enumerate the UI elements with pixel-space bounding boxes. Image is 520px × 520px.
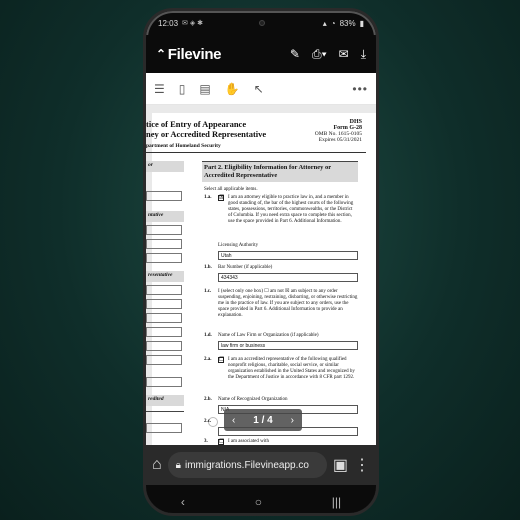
status-bar: 12:03 ✉ ◈ ✱ ▴ ◔ 83% ▮ bbox=[146, 11, 376, 35]
left-field[interactable] bbox=[146, 239, 182, 249]
left-field[interactable] bbox=[146, 423, 182, 433]
form-id-block: DHS Form G-28 OMB No. 1615-0105 Expires … bbox=[315, 119, 362, 143]
left-field[interactable] bbox=[146, 313, 182, 323]
filevine-logo[interactable]: ⌃ Filevine bbox=[156, 45, 222, 63]
item-1c-text[interactable]: I (select only one box) ☐ am not ☒ am su… bbox=[218, 289, 358, 319]
left-field[interactable] bbox=[146, 225, 182, 235]
app-header: ⌃ Filevine ✎ ⎙▾ ✉ ⤓ bbox=[146, 35, 376, 73]
left-field[interactable] bbox=[146, 327, 182, 337]
form-header: tice of Entry of Appearance ney or Accre… bbox=[146, 119, 366, 153]
notification-icons: ✉ ◈ ✱ bbox=[182, 20, 204, 27]
document-canvas[interactable]: tice of Entry of Appearance ney or Accre… bbox=[146, 105, 376, 445]
left-heading-4: redited bbox=[146, 395, 184, 406]
item-1a-number: 1.a. bbox=[204, 195, 212, 200]
select-instruction: Select all applicable items. bbox=[204, 187, 258, 192]
left-field[interactable] bbox=[146, 355, 182, 365]
accredited-rep-checkbox[interactable]: ☐ bbox=[218, 357, 224, 363]
menu-icon[interactable]: ☰ bbox=[154, 82, 165, 96]
wifi-icon: ◔ bbox=[330, 18, 336, 28]
more-options-icon[interactable]: ••• bbox=[352, 82, 368, 96]
logo-mark-icon: ⌃ bbox=[156, 47, 166, 61]
left-field[interactable] bbox=[146, 341, 182, 351]
item-2a: 2.a. ☐ I am an accredited representative… bbox=[204, 357, 364, 397]
previous-page-icon[interactable]: ‹ bbox=[232, 415, 235, 426]
browser-address-bar: ⌂ 🔒︎ immigrations.Filevineapp.co ▣ ⋮ bbox=[146, 445, 376, 485]
firm-name-label: Name of Law Firm or Organization (if app… bbox=[218, 333, 319, 338]
status-time: 12:03 bbox=[158, 18, 179, 28]
item-1d-number: 1.d. bbox=[204, 333, 212, 338]
item-1b-number: 1.b. bbox=[204, 265, 212, 270]
part2-heading: Part 2. Eligibility Information for Atto… bbox=[202, 161, 358, 182]
select-tool-icon[interactable]: ↖ bbox=[254, 82, 264, 96]
firm-name-field[interactable]: law firm or business bbox=[218, 341, 358, 350]
bar-number-label: Bar Number (if applicable) bbox=[218, 265, 273, 270]
download-icon[interactable]: ⤓ bbox=[361, 47, 366, 62]
item-1a: 1.a. ☒ I am an attorney eligible to prac… bbox=[204, 195, 364, 241]
form-agency: partment of Homeland Security bbox=[146, 143, 221, 149]
pdf-viewer: ☰ ▯ ▤ ✋ ↖ ••• tice of Entry of Appearanc… bbox=[146, 73, 376, 445]
left-heading-3: resentative bbox=[146, 271, 184, 282]
left-heading-1: or bbox=[146, 161, 184, 172]
form-expires: Expires 05/31/2021 bbox=[318, 137, 362, 143]
item-1a-text: I am an attorney eligible to practice la… bbox=[228, 195, 354, 224]
battery-icon: ▮ bbox=[359, 18, 364, 28]
next-page-icon[interactable]: › bbox=[291, 415, 294, 426]
url-field[interactable]: 🔒︎ immigrations.Filevineapp.co bbox=[167, 452, 327, 478]
print-icon[interactable]: ⎙▾ bbox=[312, 47, 327, 62]
left-field[interactable] bbox=[146, 191, 182, 201]
left-field[interactable] bbox=[146, 285, 182, 295]
item-2c-number: 2.c. bbox=[204, 419, 212, 424]
battery-level: 83% bbox=[339, 18, 356, 28]
page-indicator: 1 / 4 bbox=[253, 414, 273, 426]
pdf-toolbar: ☰ ▯ ▤ ✋ ↖ ••• bbox=[146, 73, 376, 105]
system-nav-bar: ‹ ○ ||| bbox=[146, 485, 376, 513]
form-title-line1: tice of Entry of Appearance bbox=[146, 119, 247, 129]
recognized-org-label: Name of Recognized Organization bbox=[218, 397, 288, 402]
left-field[interactable] bbox=[146, 299, 182, 309]
part1-column: or ntative resentative redited bbox=[146, 161, 186, 445]
back-icon[interactable]: ‹ bbox=[181, 495, 185, 509]
signal-icon: ▴ bbox=[322, 18, 327, 28]
licensing-authority-field[interactable]: Utah bbox=[218, 251, 358, 260]
form-title-line2: ney or Accredited Representative bbox=[146, 129, 267, 139]
attorney-checkbox[interactable]: ☒ bbox=[218, 195, 224, 201]
page-navigator: ‹ 1 / 4 › bbox=[224, 409, 302, 431]
home-button-icon[interactable]: ○ bbox=[255, 495, 262, 509]
sidebar-icon[interactable]: ▯ bbox=[179, 82, 186, 96]
item-2b-number: 2.b. bbox=[204, 397, 212, 402]
item-2a-text: I am an accredited representative of the… bbox=[228, 357, 355, 380]
left-heading-2: ntative bbox=[146, 211, 184, 222]
phone-frame: 12:03 ✉ ◈ ✱ ▴ ◔ 83% ▮ ⌃ Filevine ✎ ⎙▾ ✉ … bbox=[143, 8, 379, 516]
home-icon[interactable]: ⌂ bbox=[152, 456, 162, 474]
url-text: immigrations.Filevineapp.co bbox=[185, 459, 309, 471]
browser-menu-icon[interactable]: ⋮ bbox=[354, 455, 370, 475]
mail-icon[interactable]: ✉ bbox=[339, 47, 349, 61]
recents-icon[interactable]: ||| bbox=[332, 495, 341, 509]
item-1c-number: 1.c. bbox=[204, 289, 212, 294]
left-field[interactable] bbox=[146, 253, 182, 263]
item-1c: 1.c. I (select only one box) ☐ am not ☒ … bbox=[204, 289, 364, 329]
hand-tool-icon[interactable]: ✋ bbox=[225, 82, 240, 96]
app-name: Filevine bbox=[167, 45, 222, 63]
document-icon[interactable]: ▤ bbox=[199, 82, 210, 96]
left-field[interactable] bbox=[146, 377, 182, 387]
item-2a-number: 2.a. bbox=[204, 357, 212, 362]
licensing-authority-label: Licensing Authority bbox=[218, 243, 259, 248]
edit-icon[interactable]: ✎ bbox=[290, 47, 300, 61]
bar-number-field[interactable]: 434343 bbox=[218, 273, 358, 282]
tabs-icon[interactable]: ▣ bbox=[333, 455, 348, 475]
lock-icon: 🔒︎ bbox=[175, 459, 181, 471]
pdf-page: tice of Entry of Appearance ney or Accre… bbox=[146, 113, 376, 445]
left-divider bbox=[146, 411, 184, 412]
